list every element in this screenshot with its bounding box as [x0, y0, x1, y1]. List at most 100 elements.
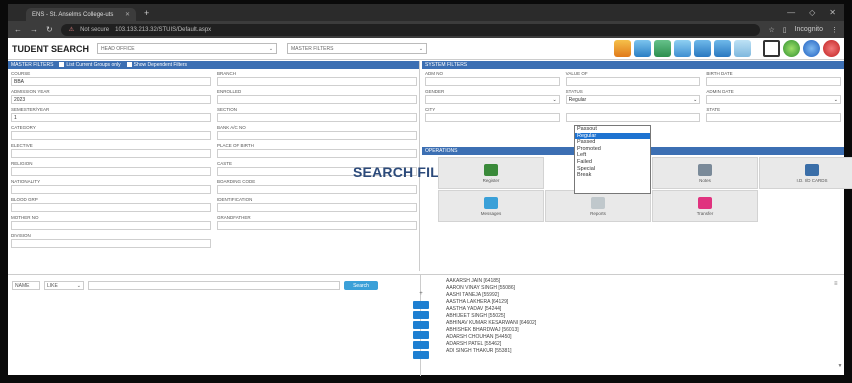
system-filter-input[interactable]: ⌄ — [706, 95, 841, 104]
filter-input[interactable] — [11, 221, 211, 230]
operation-tile[interactable]: I.D. I/D CARDS — [759, 157, 852, 189]
system-filter-input[interactable] — [706, 77, 841, 86]
filter-input[interactable] — [11, 239, 211, 248]
new-tab-button[interactable]: + — [144, 8, 149, 18]
list-item[interactable]: ADARSH PATEL [55462] — [446, 341, 826, 348]
minimize-icon[interactable]: — — [787, 8, 795, 17]
list-item[interactable]: AARON VINAY SINGH [55086] — [446, 285, 826, 292]
list-item[interactable]: ADI SINGH THAKUR [55381] — [446, 348, 826, 355]
operation-tile[interactable]: Transfer — [652, 190, 758, 222]
search-button[interactable]: Search — [344, 281, 378, 290]
status-option[interactable]: Promoted — [575, 146, 650, 153]
not-secure-icon[interactable]: ⚠ — [69, 26, 74, 33]
close-window-icon[interactable]: ✕ — [829, 8, 836, 17]
filter-input[interactable]: 2023 — [11, 95, 211, 104]
search-field-select[interactable]: NAME — [12, 281, 40, 290]
office-select[interactable]: HEAD OFFICE ⌄ — [97, 43, 278, 54]
status-option[interactable]: Passed — [575, 139, 650, 146]
browser-tab[interactable]: ENS - St. Anselms College-uts ✕ — [26, 8, 136, 21]
reload-icon[interactable]: ↻ — [46, 25, 53, 34]
filter-input[interactable] — [11, 185, 211, 194]
students-icon[interactable] — [614, 40, 631, 57]
edit-icon[interactable] — [674, 40, 691, 57]
list-scrollbar[interactable]: ≡ ▼ — [834, 281, 843, 369]
list-item[interactable]: AASTHA LAKHERA [64129] — [446, 299, 826, 306]
system-filter-input[interactable] — [565, 77, 701, 86]
checkbox-icon[interactable] — [126, 62, 132, 68]
move-first-button[interactable] — [413, 301, 429, 309]
operation-tile[interactable]: Reports — [545, 190, 651, 222]
list-item[interactable]: ADARSH CHOUHAN [54450] — [446, 334, 826, 341]
filter-input[interactable] — [11, 149, 211, 158]
browser-menu-icon[interactable]: ⋮ — [831, 26, 838, 34]
refresh-icon[interactable] — [783, 40, 800, 57]
scroll-handle-icon[interactable]: ≡ — [834, 281, 838, 287]
filter-input[interactable] — [217, 95, 417, 104]
dependent-filters-option[interactable]: Show Dependent Filters — [126, 62, 187, 68]
list-item[interactable]: AASHI TANEJA [55992] — [446, 292, 826, 299]
operation-tile[interactable]: Notes — [652, 157, 758, 189]
status-option[interactable]: Failed — [575, 159, 650, 166]
filter-input[interactable] — [11, 131, 211, 140]
list-item[interactable]: AAKARSH JAIN [64185] — [446, 278, 826, 285]
help-icon[interactable] — [803, 40, 820, 57]
url-field[interactable]: ⚠ Not secure 103.133.213.32/STUIS/Defaul… — [60, 23, 761, 36]
system-filter-input[interactable] — [706, 113, 841, 122]
status-option[interactable]: Break — [575, 172, 650, 179]
list-item[interactable]: ABHIJEET SINGH [55025] — [446, 313, 826, 320]
filter-input[interactable] — [11, 167, 211, 176]
status-option[interactable]: Regular — [575, 132, 650, 140]
users-icon[interactable] — [634, 40, 651, 57]
filter-input[interactable] — [217, 185, 417, 194]
mail-icon[interactable] — [714, 40, 731, 57]
checkbox-icon[interactable] — [59, 62, 65, 68]
sidepanel-icon[interactable]: ▯ — [783, 26, 787, 34]
move-up-button[interactable] — [413, 311, 429, 319]
status-option[interactable]: Left — [575, 152, 650, 159]
add-icon[interactable]: + — [419, 291, 423, 299]
bookmark-star-icon[interactable]: ☆ — [768, 26, 774, 34]
filter-input[interactable] — [217, 77, 417, 86]
system-filter-input[interactable]: ⌄ — [425, 95, 560, 104]
filter-input[interactable] — [217, 131, 417, 140]
move-down-button[interactable] — [413, 321, 429, 329]
operation-tile[interactable]: Register — [438, 157, 544, 189]
search-input[interactable] — [88, 281, 340, 290]
home-icon[interactable] — [763, 40, 780, 57]
status-dropdown-list[interactable]: Passout Regular Passed Promoted Left Failed Sp… — [574, 125, 651, 194]
list-item[interactable]: AASTHA YADAV [54244] — [446, 306, 826, 313]
window-icon[interactable] — [694, 40, 711, 57]
forward-icon[interactable]: → — [30, 25, 38, 34]
maximize-icon[interactable]: ◇ — [809, 8, 815, 17]
status-option[interactable]: Special — [575, 166, 650, 173]
remove-button[interactable] — [413, 341, 429, 349]
incognito-label[interactable]: Incognito — [795, 26, 823, 34]
current-groups-option[interactable]: List Current Groups only — [59, 62, 121, 68]
report-icon[interactable] — [654, 40, 671, 57]
filter-input[interactable]: BBA — [11, 77, 211, 86]
list-item[interactable]: ABHISHEK BHARDWAJ [56013] — [446, 327, 826, 334]
move-last-button[interactable] — [413, 331, 429, 339]
student-list[interactable]: AAKARSH JAIN [64185] AARON VINAY SINGH [5… — [446, 278, 826, 374]
system-filter-input[interactable] — [425, 77, 560, 86]
system-filter-input[interactable] — [565, 113, 701, 122]
system-filter-input[interactable] — [425, 113, 560, 122]
filter-input[interactable] — [11, 203, 211, 212]
clear-button[interactable] — [413, 351, 429, 359]
search-operator-select[interactable]: LIKE ⌄ — [44, 281, 84, 290]
filter-input[interactable] — [217, 149, 417, 158]
scroll-down-icon[interactable]: ▼ — [838, 363, 843, 369]
list-item[interactable]: ABHINAV KUMAR KESARWANI [64602] — [446, 320, 826, 327]
filter-input[interactable]: 1 — [11, 113, 211, 122]
operation-tile[interactable]: Messages — [438, 190, 544, 222]
system-filter-input[interactable]: Regular ⌄ — [565, 95, 701, 104]
status-option[interactable]: Passout — [575, 126, 650, 133]
power-icon[interactable] — [823, 40, 840, 57]
filter-input[interactable] — [217, 221, 417, 230]
filter-input[interactable] — [217, 113, 417, 122]
filter-input[interactable] — [217, 203, 417, 212]
close-tab-icon[interactable]: ✕ — [125, 11, 130, 18]
filters-select[interactable]: MASTER FILTERS ⌄ — [287, 43, 428, 54]
back-icon[interactable]: ← — [14, 25, 22, 34]
document-icon[interactable] — [734, 40, 751, 57]
